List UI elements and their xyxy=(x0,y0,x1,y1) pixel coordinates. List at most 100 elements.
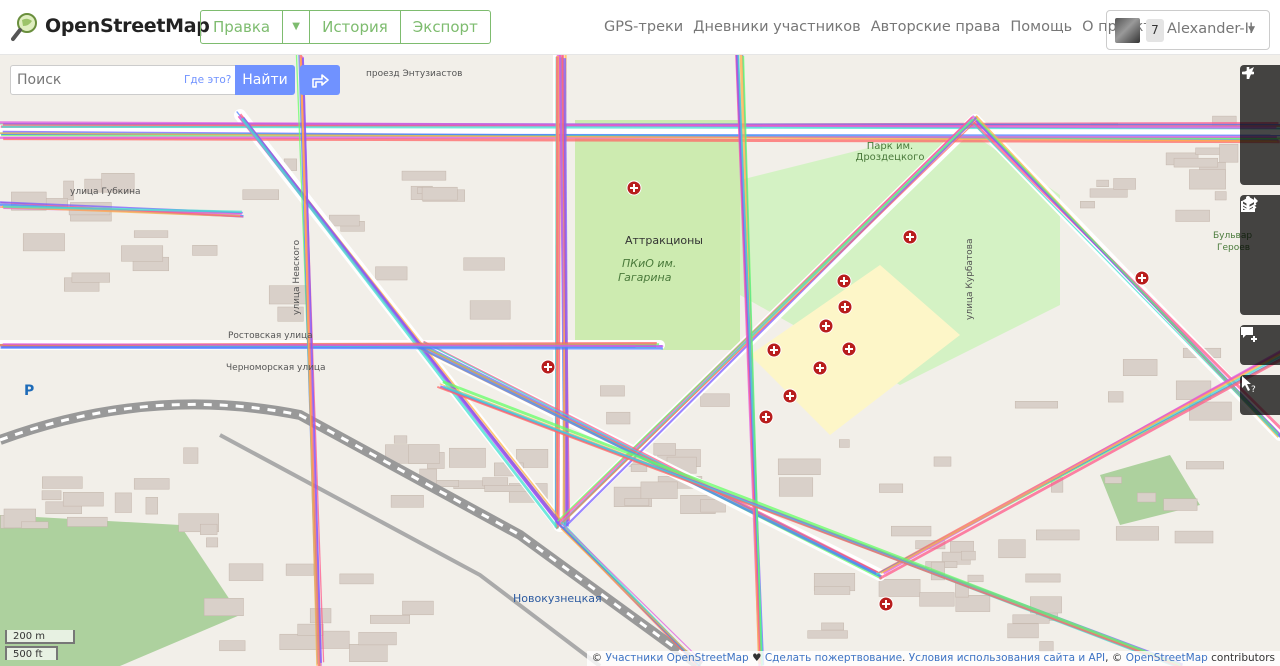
building xyxy=(1137,492,1157,503)
building xyxy=(401,170,447,181)
building xyxy=(950,540,974,553)
hospital-icon xyxy=(878,596,894,612)
street-label: проезд Энтузиастов xyxy=(366,69,463,79)
export-button[interactable]: Экспорт xyxy=(401,11,490,43)
building xyxy=(469,300,511,320)
site-header: OpenStreetMap Правка ▼ История Экспорт G… xyxy=(0,0,1280,55)
building xyxy=(777,458,821,475)
terms-link[interactable]: Условия использования сайта и API xyxy=(909,652,1105,664)
building xyxy=(21,521,49,529)
building xyxy=(955,595,991,612)
building xyxy=(879,483,904,493)
nav-copyright[interactable]: Авторские права xyxy=(871,19,1001,35)
search-button[interactable]: Найти xyxy=(235,65,295,95)
building xyxy=(1115,526,1159,541)
park-label: Парк им. Дроздецкого xyxy=(855,141,925,163)
contributors-link[interactable]: Участники OpenStreetMap xyxy=(606,652,749,664)
directions-button[interactable] xyxy=(300,65,340,95)
avatar xyxy=(1115,18,1140,43)
street-label: Черноморская улица xyxy=(226,363,326,373)
building xyxy=(933,456,952,467)
building xyxy=(967,574,984,583)
search-input[interactable] xyxy=(11,66,191,94)
building xyxy=(219,640,246,652)
hospital-icon xyxy=(782,388,798,404)
where-is-this-link[interactable]: Где это? xyxy=(184,74,231,86)
building xyxy=(62,492,104,507)
edit-dropdown-button[interactable]: ▼ xyxy=(283,11,311,43)
building xyxy=(653,443,676,456)
building xyxy=(1007,623,1039,639)
site-logo-text[interactable]: OpenStreetMap xyxy=(45,15,210,37)
building xyxy=(329,214,360,227)
zoom-controls xyxy=(1240,65,1280,185)
donate-link[interactable]: Сделать пожертвование xyxy=(765,652,902,664)
building xyxy=(67,516,108,527)
building xyxy=(183,447,199,464)
query-features-button[interactable]: ? xyxy=(1240,375,1280,415)
directions-icon xyxy=(312,74,329,88)
building xyxy=(203,598,244,616)
building xyxy=(339,573,374,585)
hospital-icon xyxy=(841,341,857,357)
edit-button-group: Правка ▼ История Экспорт xyxy=(200,10,491,44)
building xyxy=(1174,530,1214,544)
osm-link[interactable]: OpenStreetMap xyxy=(1126,652,1208,664)
note-icon xyxy=(1241,327,1257,342)
map-side-controls xyxy=(1240,195,1280,315)
gps-trace xyxy=(436,386,1179,666)
attribution-comma: , © xyxy=(1105,652,1126,664)
username: Alexander-II xyxy=(1167,21,1254,37)
building xyxy=(421,186,458,201)
street-label: Ростовская улица xyxy=(228,331,313,341)
attribution-sep: . xyxy=(902,652,909,664)
building xyxy=(961,550,976,561)
building xyxy=(114,492,132,513)
green-area xyxy=(1100,455,1200,525)
geolocate-icon xyxy=(1242,67,1254,79)
street-label: улица Невского xyxy=(292,239,302,315)
building xyxy=(402,600,434,616)
building xyxy=(919,592,955,607)
share-button[interactable] xyxy=(1240,197,1280,315)
building xyxy=(1163,498,1198,511)
edit-button[interactable]: Правка xyxy=(201,11,284,43)
building xyxy=(484,485,528,492)
building xyxy=(1186,461,1224,470)
nav-help[interactable]: Помощь xyxy=(1010,19,1072,35)
building xyxy=(1108,391,1124,403)
zoom-out-button[interactable] xyxy=(1240,71,1280,145)
geolocate-button[interactable] xyxy=(1240,67,1280,185)
hospital-icon xyxy=(818,318,834,334)
add-note-button[interactable] xyxy=(1240,325,1280,365)
attribution: © Участники OpenStreetMap ♥ Сделать поже… xyxy=(586,651,1280,666)
query-controls: ? xyxy=(1240,375,1280,415)
building xyxy=(891,525,932,537)
building xyxy=(41,490,62,501)
building xyxy=(1219,143,1239,163)
building xyxy=(807,630,848,639)
building xyxy=(319,630,350,649)
building xyxy=(192,245,218,256)
building xyxy=(145,497,158,515)
nav-user-diaries[interactable]: Дневники участников xyxy=(693,19,861,35)
parking-icon: P xyxy=(24,383,35,399)
nav-gps-traces[interactable]: GPS-треки xyxy=(604,19,683,35)
user-menu[interactable]: 7 Alexander-II ▼ xyxy=(1106,10,1270,50)
magnifier-logo-icon[interactable] xyxy=(11,12,39,42)
building xyxy=(358,632,397,646)
street-label: улица Губкина xyxy=(70,187,141,197)
building xyxy=(839,439,850,448)
history-button[interactable]: История xyxy=(310,11,401,43)
hospital-icon xyxy=(902,229,918,245)
scale-metric: 200 m xyxy=(5,630,75,644)
building xyxy=(700,393,730,407)
building xyxy=(200,523,218,535)
hospital-icon xyxy=(766,342,782,358)
building xyxy=(228,563,264,581)
map-tiles xyxy=(0,55,1280,666)
building xyxy=(814,586,851,595)
map-canvas[interactable]: проезд Энтузиастов Парк им. Дроздецкого … xyxy=(0,55,1280,666)
building xyxy=(71,272,110,283)
map-key-button[interactable] xyxy=(1240,196,1280,275)
